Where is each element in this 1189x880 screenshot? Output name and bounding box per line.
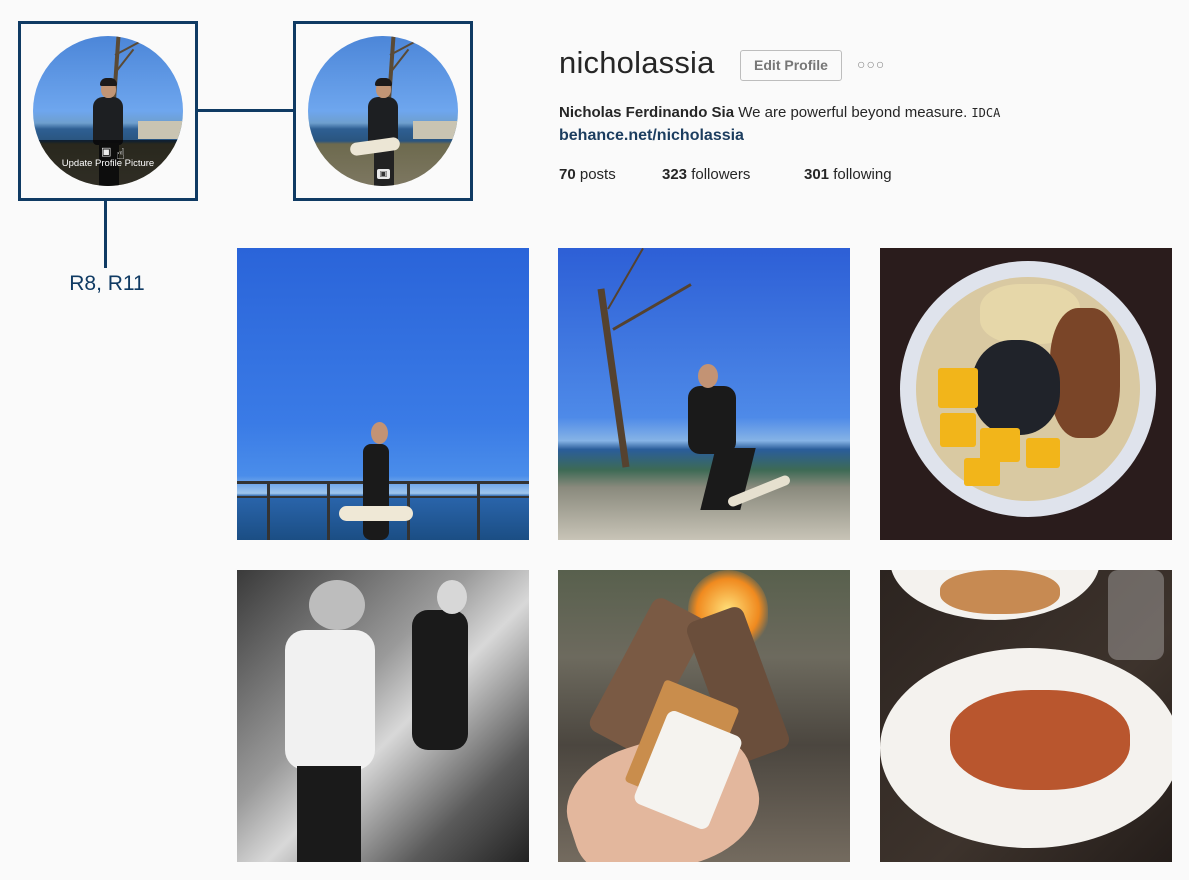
stat-posts[interactable]: 70 posts <box>559 166 616 183</box>
person-hair <box>100 78 117 86</box>
person <box>363 444 389 540</box>
edit-profile-button[interactable]: Edit Profile <box>740 50 842 81</box>
bio-tag: IDCA <box>971 106 1001 120</box>
railing-post <box>267 481 270 540</box>
person-head <box>698 364 718 388</box>
username: nicholassia <box>559 45 715 80</box>
annotation-frame-normal: ▣ <box>293 21 473 201</box>
person-legs <box>297 766 361 862</box>
post-thumbnail[interactable] <box>558 248 850 540</box>
following-label: following <box>833 166 892 183</box>
followers-count: 323 <box>662 166 688 183</box>
camera-icon: ▣ <box>101 146 112 158</box>
post-thumbnail[interactable] <box>237 248 529 540</box>
annotation-label: R8, R11 <box>69 272 145 295</box>
post-thumbnail[interactable] <box>237 570 529 862</box>
person-hair <box>375 78 392 86</box>
water-glass <box>1108 570 1164 660</box>
railing-post <box>327 481 330 540</box>
profile-picture[interactable]: ▣ <box>308 36 458 186</box>
person-head <box>437 580 467 614</box>
mango <box>964 458 1000 486</box>
annotation-connector <box>104 201 107 268</box>
posts-label: posts <box>579 166 616 183</box>
person-head <box>371 422 388 444</box>
bio-text: We are powerful beyond measure. <box>738 104 968 121</box>
tree-branch <box>607 248 644 310</box>
profile-picture-hover[interactable]: ▣ Update Profile Picture ☝ <box>33 36 183 186</box>
person-body <box>93 97 123 145</box>
stone-wall <box>138 121 183 139</box>
ellipsis-icon[interactable]: ○○○ <box>857 56 885 72</box>
stone-wall <box>413 121 458 139</box>
mango <box>980 428 1020 462</box>
hand-cursor-icon: ☝ <box>116 146 126 163</box>
food <box>950 690 1130 790</box>
person <box>412 610 468 750</box>
update-picture-label: Update Profile Picture <box>61 158 155 169</box>
post-thumbnail[interactable] <box>558 570 850 862</box>
nuts <box>1050 308 1120 438</box>
person <box>688 386 736 454</box>
mango <box>1026 438 1060 468</box>
skateboard <box>339 506 413 521</box>
followers-label: followers <box>691 166 751 183</box>
tree-branch <box>612 283 692 331</box>
full-name: Nicholas Ferdinando Sia <box>559 104 735 121</box>
mango <box>938 368 978 408</box>
stat-following[interactable]: 301 following <box>804 166 892 183</box>
tree-trunk <box>597 288 630 468</box>
person <box>285 630 375 770</box>
annotation-connector <box>198 109 293 112</box>
camera-icon: ▣ <box>377 169 390 179</box>
following-count: 301 <box>804 166 830 183</box>
annotation-frame-hover: ▣ Update Profile Picture ☝ <box>18 21 198 201</box>
post-thumbnail[interactable] <box>880 248 1172 540</box>
chia-seeds <box>972 340 1060 435</box>
person-head <box>309 580 365 630</box>
stat-followers[interactable]: 323 followers <box>662 166 750 183</box>
food <box>940 570 1060 614</box>
website-link[interactable]: behance.net/nicholassia <box>559 127 744 145</box>
posts-count: 70 <box>559 166 576 183</box>
railing-post <box>477 481 480 540</box>
post-thumbnail[interactable] <box>880 570 1172 862</box>
bio: Nicholas Ferdinando Sia We are powerful … <box>559 104 1000 121</box>
mango <box>940 413 976 447</box>
